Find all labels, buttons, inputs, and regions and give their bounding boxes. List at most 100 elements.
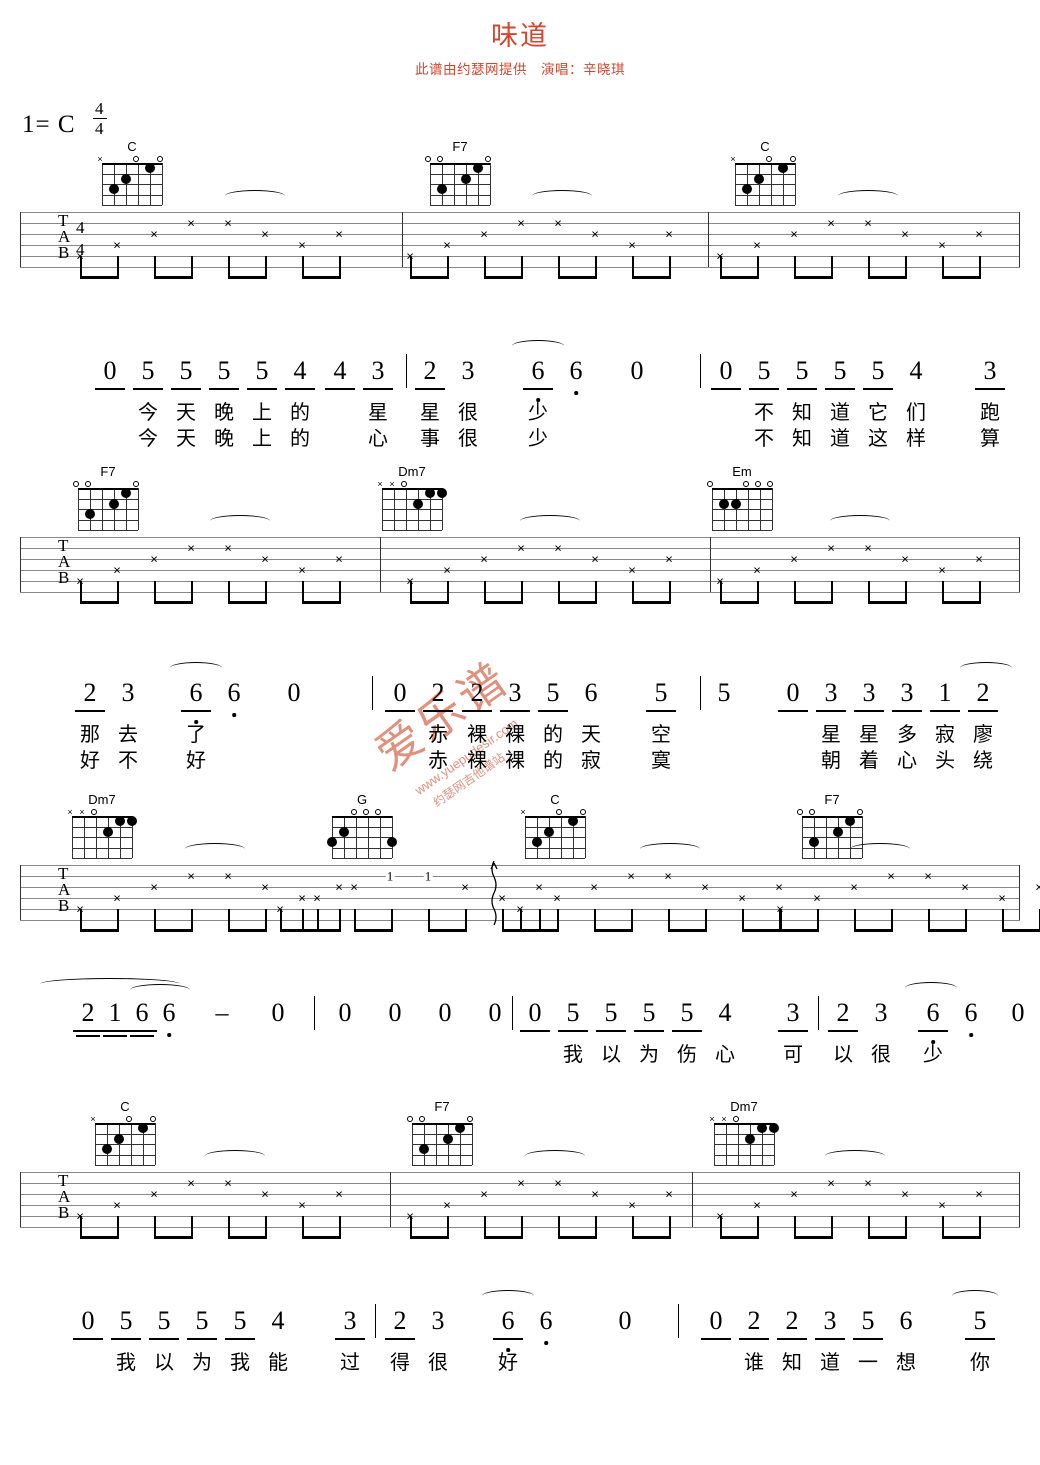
note-beam	[632, 276, 671, 280]
jianpu-note: 1	[108, 998, 122, 1027]
jianpu-barline	[406, 354, 408, 388]
jianpu-beam-underline	[892, 710, 922, 712]
lyric-line-1: 能	[268, 1350, 288, 1374]
jianpu-beam-underline	[523, 388, 553, 390]
note-stem	[965, 909, 967, 931]
strum-mute-mark: ×	[901, 551, 909, 567]
note-stem	[302, 581, 304, 603]
jianpu-beam-underline	[634, 1030, 664, 1032]
chord-string-line	[472, 1123, 473, 1165]
strum-mute-mark: ×	[753, 1197, 761, 1213]
lyric-line-2: 赤	[428, 748, 448, 772]
note-stem	[191, 256, 193, 278]
chord-finger-dot	[719, 498, 729, 509]
tab-string-line	[20, 537, 1020, 538]
note-stem	[520, 909, 522, 931]
open-string-icon	[485, 156, 491, 162]
tab-barline	[20, 1172, 22, 1227]
note-beam	[302, 601, 341, 605]
chord-fret-line	[430, 194, 490, 196]
jianpu-note: 3	[983, 356, 997, 385]
jianpu-tie-slur	[952, 1290, 998, 1302]
lyric-line-1: 得	[390, 1350, 410, 1374]
jianpu-note: 5	[141, 356, 155, 385]
chord-fret-line	[72, 858, 132, 859]
tab-clef-b: B	[58, 568, 70, 587]
tab-clef-t: T	[58, 211, 69, 230]
jianpu-beam-underline	[415, 388, 445, 390]
jianpu-beam-underline	[111, 1338, 141, 1340]
jianpu-note: 0	[103, 356, 117, 385]
strum-mute-mark: ×	[113, 1197, 121, 1213]
lyric-line-1: 过	[340, 1350, 360, 1374]
note-stem	[905, 256, 907, 278]
jianpu-note: 0	[393, 678, 407, 707]
lyric-line-2: 算	[980, 426, 1000, 450]
open-string-icon	[133, 481, 139, 487]
open-string-icon	[797, 809, 803, 815]
tie-slur	[525, 1150, 585, 1162]
open-string-icon	[707, 481, 713, 487]
note-beam	[720, 276, 759, 280]
chord-grid	[525, 816, 586, 859]
jianpu-note: 2	[976, 678, 990, 707]
chord-diagram-em: Em	[707, 465, 774, 531]
chord-nut	[712, 488, 772, 491]
jianpu-note: 5	[861, 1306, 875, 1335]
jianpu-note: 5	[795, 356, 809, 385]
chord-finger-dot	[102, 1144, 112, 1155]
chord-diagram-c: C ×	[520, 793, 587, 859]
chord-grid	[382, 488, 447, 531]
note-stem	[669, 1216, 671, 1238]
jianpu-beam-underline	[825, 388, 855, 390]
open-string-icon	[375, 809, 381, 815]
muted-string-icon: ×	[90, 1114, 96, 1124]
chord-fret-line	[382, 498, 442, 500]
chord-finger-dot	[85, 509, 95, 520]
note-beam	[558, 601, 597, 605]
jianpu-note: 6	[189, 678, 203, 707]
note-stem	[831, 1216, 833, 1238]
jianpu-note: 2	[423, 356, 437, 385]
jianpu-beam-underline	[828, 1030, 858, 1032]
strum-mute-mark: ×	[775, 879, 783, 895]
chord-string-line	[155, 1123, 156, 1165]
jianpu-beam-underline	[100, 1030, 130, 1032]
note-stem	[720, 256, 722, 278]
lyric-line-2: 心	[897, 748, 917, 772]
strum-mute-mark: ×	[224, 1175, 232, 1191]
strum-mute-mark: ×	[998, 890, 1006, 906]
jianpu-note: 4	[271, 1306, 285, 1335]
chord-finger-dot	[778, 163, 788, 174]
jianpu-note: 3	[823, 1306, 837, 1335]
jianpu-note: 6	[162, 998, 176, 1027]
muted-string-icon: ×	[79, 807, 85, 817]
chord-name: C	[120, 1099, 130, 1114]
chord-finger-dot	[121, 173, 131, 184]
note-beam	[780, 929, 819, 933]
note-beam	[928, 929, 967, 933]
chord-diagram-f7: F7	[425, 140, 492, 206]
tab-barline	[1019, 1172, 1021, 1227]
tab-barline	[708, 212, 710, 267]
tab-barline	[710, 537, 712, 592]
tab-string-line	[20, 887, 1020, 888]
chord-finger-dot	[544, 826, 554, 837]
note-stem	[154, 581, 156, 603]
note-beam	[868, 1236, 907, 1240]
jianpu-note: 5	[654, 678, 668, 707]
lyric-line-2: 好	[186, 748, 206, 772]
tie-slur	[850, 843, 910, 855]
jianpu-beam-underline	[918, 1030, 948, 1032]
strum-mute-mark: ×	[480, 1186, 488, 1202]
strum-mute-mark: ×	[850, 879, 858, 895]
chord-diagram-dm7: Dm7 × ×	[709, 1100, 779, 1166]
strum-mute-mark: ×	[498, 890, 506, 906]
note-stem	[742, 909, 744, 931]
note-stem	[339, 256, 341, 278]
note-stem	[595, 1216, 597, 1238]
jianpu-beam-underline	[596, 1030, 626, 1032]
note-stem	[265, 1216, 267, 1238]
lyric-line-2: 样	[906, 426, 926, 450]
jianpu-beam-underline	[854, 710, 884, 712]
